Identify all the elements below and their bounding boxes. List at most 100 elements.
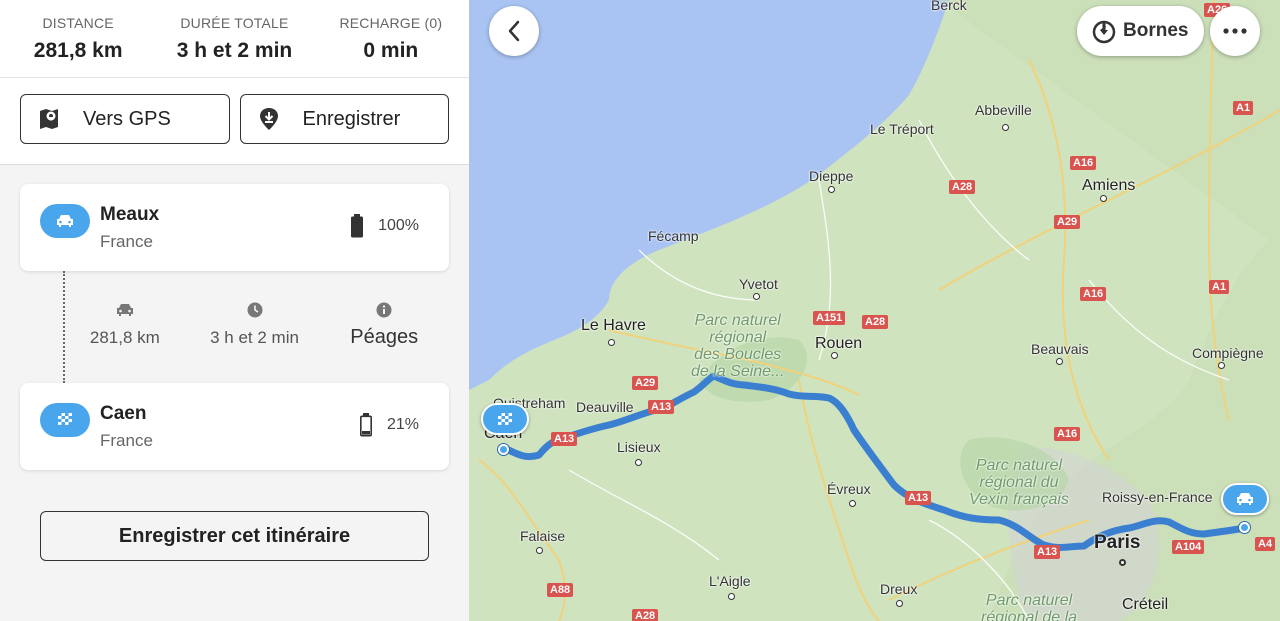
distance-value: 281,8 km [33, 39, 123, 62]
road-a13-4: A13 [1034, 545, 1061, 559]
destination-battery: 21% [359, 413, 419, 437]
place-compiegne: Compiègne [1192, 345, 1264, 361]
bornes-label: Bornes [1123, 20, 1189, 41]
town-dot [1218, 362, 1225, 369]
gps-button[interactable]: Vers GPS [20, 94, 230, 144]
origin-country: France [100, 232, 153, 251]
bornes-button[interactable]: Bornes [1077, 6, 1205, 56]
town-dot [828, 186, 835, 193]
distance-label: DISTANCE [42, 15, 114, 31]
place-fecamp: Fécamp [648, 228, 699, 244]
road-a28-north: A28 [949, 180, 976, 194]
origin-card[interactable]: Meaux France 100% [20, 184, 449, 271]
download-icon [257, 107, 281, 131]
place-dreux: Dreux [880, 581, 918, 597]
battery-full-icon [351, 214, 364, 238]
town-dot [1056, 358, 1063, 365]
distance-stat: DISTANCE 281,8 km [0, 0, 156, 77]
car-small-icon [60, 300, 190, 320]
road-a4: A4 [1255, 537, 1276, 551]
leg-duration: 3 h et 2 min [190, 300, 320, 349]
duration-value: 3 h et 2 min [176, 39, 293, 62]
road-a16-north: A16 [1070, 156, 1097, 170]
town-dot [608, 339, 615, 346]
origin-point [1239, 522, 1250, 533]
place-evreux: Évreux [827, 481, 871, 497]
leg-tolls[interactable]: Péages [319, 300, 449, 349]
road-a13-3: A13 [905, 491, 932, 505]
town-dot [728, 593, 735, 600]
road-a13-1: A13 [648, 400, 675, 414]
origin-city: Meaux [100, 204, 160, 225]
checkered-flag-icon [40, 403, 90, 437]
park-boucles-seine: Parc naturel régional des Boucles de la Sei… [691, 312, 785, 380]
place-amiens: Amiens [1082, 177, 1136, 194]
place-le-treport: Le Tréport [870, 121, 934, 137]
destination-point [498, 444, 509, 455]
info-icon [319, 300, 449, 320]
save-route-button[interactable]: Enregistrer cet itinéraire [40, 511, 429, 561]
destination-city: Caen [100, 403, 147, 424]
place-deauville: Deauville [576, 399, 634, 415]
recharge-value: 0 min [363, 39, 419, 62]
leg-duration-value: 3 h et 2 min [210, 328, 299, 347]
gps-button-label: Vers GPS [83, 107, 171, 130]
place-roissy: Roissy-en-France [1102, 489, 1213, 505]
road-a29-west: A29 [632, 376, 659, 390]
place-paris: Paris [1094, 532, 1141, 553]
route-panel: DISTANCE 281,8 km DURÉE TOTALE 3 h et 2 … [0, 0, 469, 621]
place-beauvais: Beauvais [1031, 341, 1089, 357]
road-a16-mid: A16 [1080, 287, 1107, 301]
checkered-flag-icon [498, 413, 512, 425]
road-a1-north: A1 [1233, 101, 1254, 115]
road-a104: A104 [1172, 540, 1205, 554]
road-a151: A151 [813, 311, 846, 325]
place-creteil: Créteil [1122, 596, 1169, 613]
road-a13-2: A13 [551, 432, 578, 446]
road-a28-south: A28 [632, 609, 659, 621]
chevron-left-icon [508, 20, 520, 42]
place-abbeville: Abbeville [975, 102, 1032, 118]
town-dot [536, 547, 543, 554]
place-le-havre: Le Havre [581, 317, 646, 334]
map-pin-icon [37, 107, 61, 131]
map-view[interactable]: A26 A1 A16 A28 A29 A151 A28 A16 A1 A29 A… [469, 0, 1280, 621]
destination-card[interactable]: Caen France 21% [20, 383, 449, 470]
leg-tolls-label: Péages [350, 326, 419, 348]
place-rouen: Rouen [815, 335, 863, 352]
car-icon [1237, 493, 1253, 505]
recharge-label: RECHARGE (0) [339, 15, 443, 31]
duration-label: DURÉE TOTALE [180, 15, 289, 31]
place-berck: Berck [931, 0, 967, 13]
town-dot [1002, 124, 1009, 131]
save-button[interactable]: Enregistrer [239, 94, 449, 144]
origin-battery: 100% [350, 214, 419, 238]
town-dot [753, 293, 760, 300]
place-yvetot: Yvetot [739, 276, 778, 292]
paris-dot [1119, 559, 1126, 566]
map-background [469, 0, 1280, 621]
back-button[interactable] [489, 6, 539, 56]
origin-marker[interactable] [1221, 483, 1269, 515]
more-dots-icon [1223, 28, 1247, 34]
place-dieppe: Dieppe [809, 168, 854, 184]
park-vexin: Parc naturel régional du Vexin français [969, 457, 1069, 508]
town-dot [1100, 195, 1107, 202]
action-buttons: Vers GPS Enregistrer [20, 94, 449, 144]
road-a88: A88 [547, 583, 574, 597]
place-falaise: Falaise [520, 528, 566, 544]
place-lisieux: Lisieux [617, 439, 661, 455]
power-plug-icon [1092, 20, 1116, 44]
road-a16-south: A16 [1054, 427, 1081, 441]
destination-marker[interactable] [481, 403, 529, 435]
route-summary: DISTANCE 281,8 km DURÉE TOTALE 3 h et 2 … [0, 0, 469, 165]
town-dot [849, 500, 856, 507]
road-a29-east: A29 [1054, 215, 1081, 229]
origin-battery-value: 100% [378, 217, 419, 234]
place-laigle: L'Aigle [709, 573, 751, 589]
more-options-button[interactable] [1210, 6, 1260, 56]
recharge-stat: RECHARGE (0) 0 min [313, 0, 469, 77]
destination-battery-value: 21% [386, 416, 419, 433]
road-a28: A28 [862, 315, 889, 329]
town-dot [635, 459, 642, 466]
